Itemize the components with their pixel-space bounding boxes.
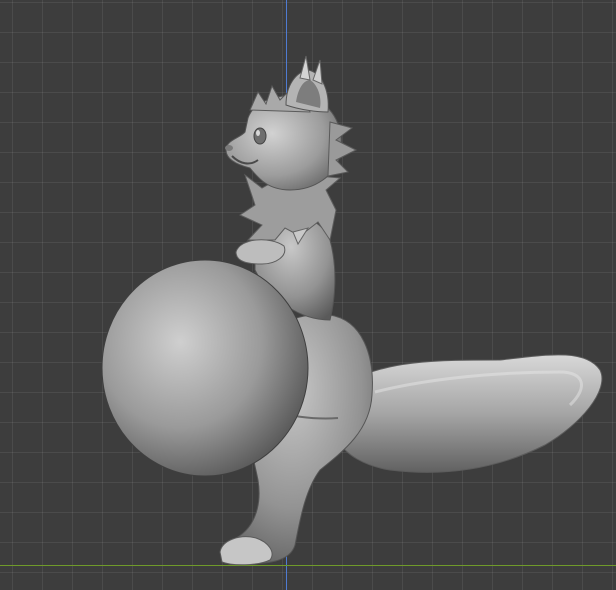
sculpted-model[interactable]	[0, 0, 616, 590]
eye-highlight	[256, 130, 260, 136]
belly	[101, 259, 309, 477]
cheek-fur	[327, 121, 358, 177]
eye	[253, 127, 267, 145]
3d-viewport[interactable]	[0, 0, 616, 590]
nose	[225, 145, 233, 151]
head-spike	[299, 55, 311, 81]
front-paw	[235, 239, 286, 265]
